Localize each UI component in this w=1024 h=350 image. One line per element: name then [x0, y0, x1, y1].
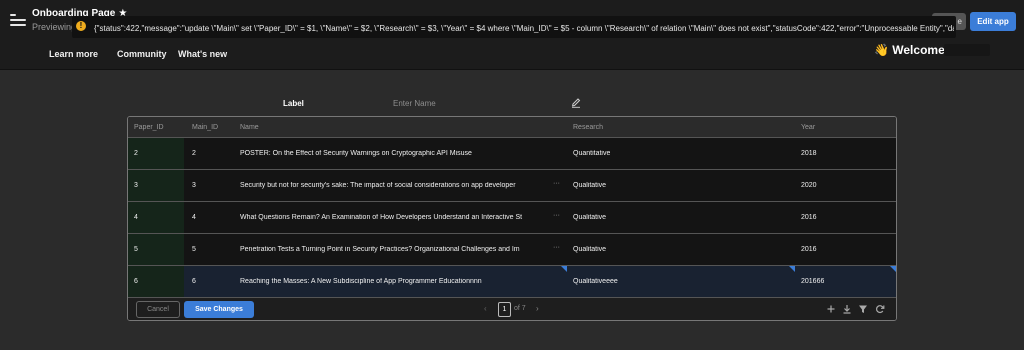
label-heading: Label	[283, 99, 304, 108]
cell-research[interactable]: Qualitative	[573, 214, 606, 221]
table-row[interactable]: 4 4 What Questions Remain? An Examinatio…	[128, 202, 896, 234]
edit-app-button[interactable]: Edit app	[970, 12, 1016, 31]
hamburger-menu-icon[interactable]	[10, 14, 26, 28]
warning-icon: !	[76, 21, 86, 31]
cell-research[interactable]: Quantitative	[573, 150, 610, 157]
edited-cell-marker	[789, 266, 795, 272]
page-number-input[interactable]: 1	[498, 302, 511, 317]
cell-name[interactable]: Penetration Tests a Turning Point in Sec…	[240, 246, 552, 253]
add-icon[interactable]	[826, 304, 836, 314]
nav-community[interactable]: Community	[117, 49, 167, 59]
previous-page-icon[interactable]: ‹	[484, 304, 487, 313]
name-input[interactable]: Enter Name	[393, 99, 436, 108]
table-row[interactable]: 2 2 POSTER: On the Effect of Security Wa…	[128, 138, 896, 170]
table-footer: Cancel Save Changes ‹ 1 of 7 ›	[128, 298, 896, 320]
cell-name[interactable]: What Questions Remain? An Examination of…	[240, 214, 552, 221]
redacted-username	[944, 44, 990, 56]
cell-research[interactable]: Qualitative	[573, 246, 606, 253]
cell-year[interactable]: 2018	[801, 150, 817, 157]
pencil-icon[interactable]	[571, 97, 581, 108]
preview-mode-label: Previewing	[32, 22, 77, 32]
cell-research[interactable]: Qualitativeeee	[573, 278, 618, 285]
filter-icon[interactable]	[858, 304, 868, 314]
error-message: {"status":422,"message":"update \"Main\"…	[94, 24, 954, 33]
cell-research[interactable]: Qualitative	[573, 182, 606, 189]
column-header-research[interactable]: Research	[573, 124, 603, 131]
cell-name[interactable]: POSTER: On the Effect of Security Warnin…	[240, 150, 552, 157]
data-table: Paper_ID Main_ID Name Research Year 2 2 …	[127, 116, 897, 321]
cell-year[interactable]: 2020	[801, 182, 817, 189]
cell-year[interactable]: 2016	[801, 214, 817, 221]
cell-paper-id[interactable]: 3	[134, 182, 138, 189]
cell-main-id[interactable]: 3	[192, 182, 196, 189]
cell-main-id[interactable]: 6	[192, 278, 196, 285]
cell-main-id[interactable]: 2	[192, 150, 196, 157]
cell-main-id[interactable]: 4	[192, 214, 196, 221]
cell-paper-id[interactable]: 6	[134, 278, 138, 285]
cancel-button[interactable]: Cancel	[136, 301, 180, 318]
cell-main-id[interactable]: 5	[192, 246, 196, 253]
cell-paper-id[interactable]: 2	[134, 150, 138, 157]
refresh-icon[interactable]	[875, 304, 885, 314]
page-total: of 7	[514, 305, 526, 312]
table-row[interactable]: 3 3 Security but not for security's sake…	[128, 170, 896, 202]
next-page-icon[interactable]: ›	[536, 304, 539, 313]
cell-name[interactable]: Security but not for security's sake: Th…	[240, 182, 552, 189]
cell-overflow-icon[interactable]: ···	[553, 212, 560, 219]
cell-year[interactable]: 2016	[801, 246, 817, 253]
column-header-year[interactable]: Year	[801, 124, 815, 131]
save-changes-button[interactable]: Save Changes	[184, 301, 254, 318]
table-row-edited[interactable]: 6 6 Reaching the Masses: A New Subdiscip…	[128, 266, 896, 298]
cell-name[interactable]: Reaching the Masses: A New Subdiscipline…	[240, 278, 552, 285]
table-row[interactable]: 5 5 Penetration Tests a Turning Point in…	[128, 234, 896, 266]
nav-learn-more[interactable]: Learn more	[49, 49, 98, 59]
navbar: Learn more Community What's new	[0, 40, 1024, 70]
edited-cell-marker	[561, 266, 567, 272]
cell-paper-id[interactable]: 4	[134, 214, 138, 221]
column-header-name[interactable]: Name	[240, 124, 259, 131]
cell-paper-id[interactable]: 5	[134, 246, 138, 253]
column-header-main-id[interactable]: Main_ID	[192, 124, 218, 131]
table-header: Paper_ID Main_ID Name Research Year	[128, 117, 896, 138]
download-icon[interactable]	[842, 304, 852, 314]
nav-whats-new[interactable]: What's new	[178, 49, 227, 59]
edited-cell-marker	[890, 266, 896, 272]
welcome-text: 👋 Welcome,	[874, 43, 949, 57]
cell-overflow-icon[interactable]: ···	[553, 244, 560, 251]
cell-overflow-icon[interactable]: ···	[553, 180, 560, 187]
cell-year[interactable]: 201666	[801, 278, 824, 285]
column-header-paper-id[interactable]: Paper_ID	[134, 124, 164, 131]
